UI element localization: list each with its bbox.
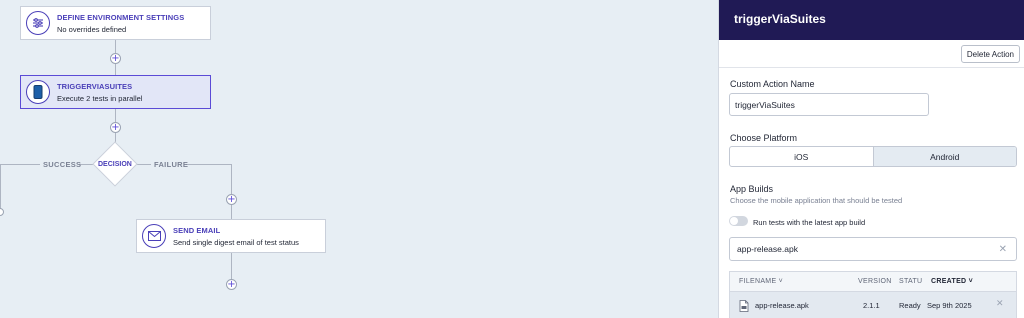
panel-title: triggerViaSuites	[719, 0, 1024, 40]
cell-filename: app-release.apk	[755, 301, 809, 310]
column-header-filename[interactable]: FILENAME ˅	[739, 278, 783, 285]
add-step-button[interactable]: +	[226, 279, 237, 290]
remove-build-icon[interactable]: ✕	[996, 299, 1004, 309]
app-builds-table: FILENAME ˅ VERSION STATU CREATED ˅ app-r…	[729, 271, 1017, 318]
sliders-icon	[26, 11, 50, 35]
custom-action-name-label: Custom Action Name	[730, 79, 815, 89]
connector-line	[231, 164, 232, 219]
phone-icon	[26, 80, 50, 104]
app-build-search-value: app-release.apk	[737, 244, 798, 254]
node-subtitle: Send single digest email of test status	[173, 237, 299, 247]
platform-option-android[interactable]: Android	[872, 147, 1016, 166]
add-step-button[interactable]: +	[110, 53, 121, 64]
delete-action-button[interactable]: Delete Action	[960, 45, 1020, 63]
column-header-status[interactable]: STATU	[899, 278, 923, 285]
app-builds-label: App Builds	[730, 184, 774, 194]
node-title: DEFINE ENVIRONMENT SETTINGS	[57, 12, 185, 22]
app-build-search-input[interactable]: app-release.apk ✕	[729, 237, 1017, 261]
apk-file-icon	[739, 299, 749, 317]
add-step-button[interactable]: +	[110, 122, 121, 133]
column-header-created[interactable]: CREATED ˅	[931, 278, 973, 285]
decision-label: DECISION	[98, 161, 132, 168]
connector-line	[186, 164, 232, 165]
cell-created: Sep 9th 2025	[927, 301, 972, 310]
flow-node-define-environment[interactable]: DEFINE ENVIRONMENT SETTINGS No overrides…	[20, 6, 211, 40]
node-title: TRIGGERVIASUITES	[57, 81, 133, 91]
latest-build-toggle[interactable]	[729, 216, 748, 226]
connector-line	[0, 164, 40, 165]
choose-platform-label: Choose Platform	[730, 133, 798, 143]
clear-search-icon[interactable]: ✕	[999, 244, 1007, 255]
flow-canvas[interactable]: DEFINE ENVIRONMENT SETTINGS No overrides…	[0, 0, 718, 318]
table-header: FILENAME ˅ VERSION STATU CREATED ˅	[730, 272, 1016, 292]
branch-endpoint-dot[interactable]	[0, 208, 4, 216]
cell-version: 2.1.1	[863, 301, 880, 310]
success-branch-label: SUCCESS	[43, 160, 82, 169]
node-subtitle: No overrides defined	[57, 24, 127, 34]
envelope-icon	[142, 224, 166, 248]
platform-option-ios[interactable]: iOS	[730, 147, 873, 166]
failure-branch-label: FAILURE	[154, 160, 189, 169]
cell-status: Ready	[899, 301, 921, 310]
action-settings-panel: triggerViaSuites Delete Action Custom Ac…	[718, 0, 1024, 318]
connector-line	[0, 164, 1, 212]
custom-action-name-input[interactable]: triggerViaSuites	[729, 93, 929, 116]
connector-line	[231, 252, 232, 282]
node-subtitle: Execute 2 tests in parallel	[57, 93, 143, 103]
platform-selector: iOS Android	[729, 146, 1017, 167]
table-row[interactable]: app-release.apk 2.1.1 Ready Sep 9th 2025…	[730, 292, 1016, 318]
app-builds-hint: Choose the mobile application that shoul…	[730, 196, 903, 205]
connector-line	[137, 164, 151, 165]
panel-toolbar: Delete Action	[719, 40, 1024, 68]
flow-node-send-email[interactable]: SEND EMAIL Send single digest email of t…	[136, 219, 326, 253]
add-step-button[interactable]: +	[226, 194, 237, 205]
column-header-version[interactable]: VERSION	[858, 278, 892, 285]
latest-build-toggle-label: Run tests with the latest app build	[753, 218, 866, 227]
flow-node-triggerviasuites[interactable]: TRIGGERVIASUITES Execute 2 tests in para…	[20, 75, 211, 109]
node-title: SEND EMAIL	[173, 225, 221, 235]
